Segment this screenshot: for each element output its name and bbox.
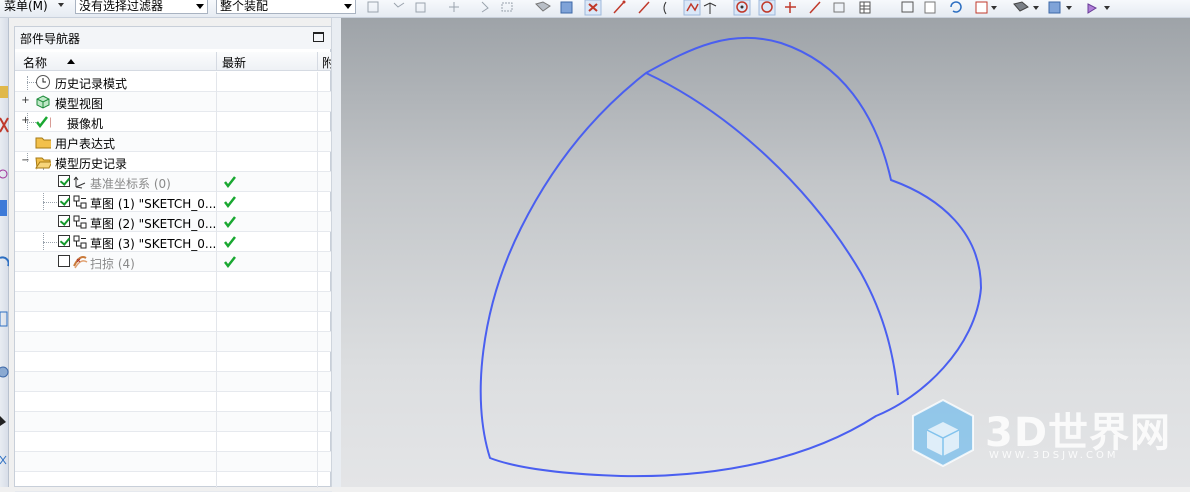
empty-row [15, 392, 332, 412]
node-label: 历史记录模式 [55, 77, 128, 91]
empty-row [15, 432, 332, 452]
datum-csys-icon [73, 176, 86, 189]
view-toolbar-icons [901, 1, 1110, 14]
camera-icon [36, 116, 51, 129]
up-to-date-check-icon [224, 216, 236, 229]
node-label: 扫掠 (4) [90, 257, 135, 271]
navigator-column-header: 名称 最新 附 [15, 52, 334, 71]
navigator-title: 部件导航器 [20, 32, 81, 46]
resource-bar [0, 18, 10, 487]
visibility-checkbox[interactable] [58, 195, 70, 207]
empty-row [15, 292, 332, 312]
empty-row [15, 332, 332, 352]
column-latest-header[interactable]: 最新 [222, 54, 246, 71]
visibility-checkbox[interactable] [58, 215, 70, 227]
sort-ascending-icon [67, 59, 75, 64]
empty-row [15, 312, 332, 332]
chevron-down-icon [344, 4, 352, 9]
up-to-date-check-icon [224, 256, 236, 269]
sketch-icon [73, 235, 87, 249]
swept-icon [73, 256, 88, 269]
top-toolbar: 菜单(M) 没有选择过滤器 整个装配 [0, 0, 1190, 18]
navigator-tree: 历史记录模式 + 模型视图 + 摄像机 用户表达式 − 模型历史记录 基准坐标系… [15, 72, 332, 492]
sketch-icon [73, 215, 87, 229]
folder-open-icon [35, 157, 51, 170]
selection-filter-value: 没有选择过滤器 [79, 0, 164, 13]
expand-plus-icon[interactable]: + [21, 116, 30, 126]
graphics-window[interactable]: 3D世界网 WWW.3DSJW.COM [341, 18, 1190, 487]
panel-splitter[interactable] [331, 18, 341, 487]
node-label: 基准坐标系 (0) [90, 177, 171, 191]
tree-node-sketch-1[interactable]: 草图 (1) "SKETCH_0... [15, 192, 332, 212]
empty-row [15, 472, 332, 492]
selection-scope-select[interactable]: 整个装配 [216, 0, 356, 14]
section-curve [645, 72, 899, 396]
empty-row [15, 372, 332, 392]
selection-scope-value: 整个装配 [220, 0, 269, 13]
node-label: 模型历史记录 [55, 157, 128, 171]
tree-node-sketch-2[interactable]: 草图 (2) "SKETCH_0... [15, 212, 332, 232]
node-label: 摄像机 [67, 117, 104, 131]
tree-node-model-history[interactable]: − 模型历史记录 [15, 152, 332, 172]
tree-node-datum-csys[interactable]: 基准坐标系 (0) [15, 172, 332, 192]
watermark-url: WWW.3DSJW.COM [989, 450, 1119, 461]
visibility-checkbox[interactable] [58, 175, 70, 187]
selection-toolbar-icons [367, 0, 871, 16]
node-label: 草图 (1) "SKETCH_0... [90, 197, 217, 211]
visibility-checkbox[interactable] [58, 235, 70, 247]
up-to-date-check-icon [224, 236, 236, 249]
empty-row [15, 452, 332, 472]
menu-dropdown-icon [58, 3, 64, 7]
up-to-date-check-icon [224, 196, 236, 209]
empty-row [15, 272, 332, 292]
node-label: 草图 (3) "SKETCH_0... [90, 237, 217, 251]
selection-filter-select[interactable]: 没有选择过滤器 [75, 0, 208, 14]
tree-node-history-mode[interactable]: 历史记录模式 [15, 72, 332, 92]
menu-button[interactable]: 菜单(M) [0, 0, 64, 14]
watermark-cube-logo [912, 398, 974, 468]
clock-icon [36, 75, 50, 89]
resource-bar-icons [0, 86, 10, 465]
node-label: 模型视图 [55, 97, 104, 111]
part-navigator: 部件导航器 名称 最新 附 历史记录模式 + 模型视图 + 摄像机 用户表达式 … [14, 26, 334, 492]
up-to-date-check-icon [224, 176, 236, 189]
empty-row [15, 412, 332, 432]
tree-node-sketch-3[interactable]: 草图 (3) "SKETCH_0... [15, 232, 332, 252]
collapse-minus-icon[interactable]: − [21, 156, 30, 166]
navigator-title-bar: 部件导航器 [15, 27, 332, 49]
empty-row [15, 352, 332, 372]
watermark: 3D世界网 WWW.3DSJW.COM [905, 392, 1175, 487]
visibility-checkbox[interactable] [58, 255, 70, 267]
node-label: 用户表达式 [55, 137, 116, 151]
folder-icon [35, 137, 51, 149]
model-views-icon [36, 95, 50, 109]
tree-node-swept[interactable]: 扫掠 (4) [15, 252, 332, 272]
maximize-icon[interactable] [313, 32, 324, 42]
tree-node-user-expressions[interactable]: 用户表达式 [15, 132, 332, 152]
tree-node-cameras[interactable]: + 摄像机 [15, 112, 332, 132]
tree-node-model-views[interactable]: + 模型视图 [15, 92, 332, 112]
node-label: 草图 (2) "SKETCH_0... [90, 217, 217, 231]
column-name-header[interactable]: 名称 [23, 54, 47, 71]
menu-label: 菜单(M) [4, 0, 48, 13]
expand-plus-icon[interactable]: + [21, 96, 30, 106]
sketch-icon [73, 195, 87, 209]
chevron-down-icon [196, 4, 204, 9]
